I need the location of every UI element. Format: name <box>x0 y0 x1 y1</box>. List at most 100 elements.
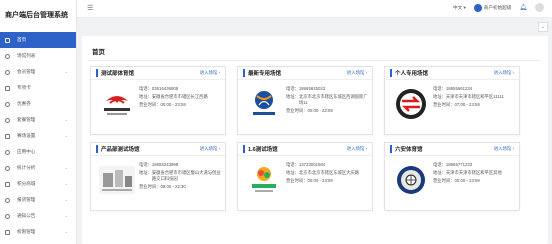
chevron-down-icon: ⌄ <box>64 197 68 202</box>
venue-phone: 03516436908 <box>151 86 179 91</box>
venue-info: 电话： 18655243999 地址： 安徽省合肥市市辖区蜀山大道与创业路交口科技园营… <box>139 162 221 190</box>
chevron-down-icon: ⌄ <box>64 165 68 170</box>
enter-venue-link[interactable]: 进入场馆 › <box>347 146 367 152</box>
venue-address: 北京市北京市辖区东城区西湖国际广场11 <box>298 93 368 105</box>
menu-fold-icon[interactable]: ☰ <box>87 4 93 12</box>
venue-card: 产品部测试场馆 进入场馆 › 电话： 18655243999 地址： 安徽省合肥市市辖区蜀… <box>90 142 226 211</box>
sidebar-item[interactable]: 报货管理 ⌄ <box>0 192 76 208</box>
chevron-down-icon: ⌄ <box>64 133 68 138</box>
top-bar: ☰ 中文 ▾ 商户初始超级 🔔︎ <box>77 0 552 18</box>
page-title: 首页 <box>92 49 105 56</box>
address-label: 地址： <box>433 93 446 99</box>
football-club-logo <box>391 163 431 197</box>
package-icon <box>5 117 10 123</box>
chevron-down-icon: ⌄ <box>64 117 68 122</box>
sidebar-menu: 首页场馆列表会员管理 ⌄ 专项卡优惠券套餐管理 ⌄ 赛场设置 ⌄ 应用中心统计分析 ⌄ 积分商城… <box>0 32 76 240</box>
sidebar-item-label: 优惠券 <box>17 101 31 106</box>
chevron-down-icon: ⌄ <box>64 229 68 234</box>
venue-info: 电话： 18655661234 地址： 天津市天津市辖区和平区11111 营业时间： 07… <box>433 86 515 108</box>
mall-icon <box>5 181 10 187</box>
enter-venue-link[interactable]: 进入场馆 › <box>347 70 367 76</box>
chevron-down-icon: ⌄ <box>64 69 68 74</box>
venue-name: 测试部体育馆 <box>96 69 134 77</box>
home-icon <box>5 37 10 43</box>
sidebar-item-label: 场馆列表 <box>17 53 36 58</box>
user-name[interactable]: 商户初始超级 <box>484 5 512 11</box>
sidebar-item[interactable]: 场馆列表 <box>0 48 76 64</box>
phone-label: 电话： <box>433 162 446 167</box>
enter-venue-link[interactable]: 进入场馆 › <box>494 146 514 152</box>
sidebar-item[interactable]: 统计分析 ⌄ <box>0 160 76 176</box>
card-header: 六安体育馆 进入场馆 › <box>385 143 519 156</box>
member-icon <box>5 69 10 75</box>
sidebar-item-label: 统计分析 <box>17 165 36 170</box>
sidebar-item[interactable]: 通知公告 ⌄ <box>0 208 76 224</box>
sidebar-item[interactable]: 权限管理 ⌄ <box>0 224 76 240</box>
sidebar-item[interactable]: 套餐管理 ⌄ <box>0 112 76 128</box>
venue-name: 产品部测试场馆 <box>96 145 140 153</box>
phone-label: 电话： <box>286 162 299 167</box>
venue-card: 个人专用场馆 进入场馆 › 电话： 18655661234 地址： 天津市天津市辖区和平区… <box>384 66 520 135</box>
enter-venue-link[interactable]: 进入场馆 › <box>494 70 514 76</box>
sidebar-item-label: 积分商城 <box>17 181 36 186</box>
notice-icon <box>5 213 10 219</box>
topbar-right: 中文 ▾ 商户初始超级 🔔︎ <box>453 3 546 12</box>
goods-icon <box>5 197 10 203</box>
sidebar-item[interactable]: 首页 <box>0 32 76 48</box>
chevron-down-icon: ⌄ <box>64 213 68 218</box>
sidebar-item-label: 报货管理 <box>17 197 36 202</box>
sidebar-item[interactable]: 积分商城 ⌄ <box>0 176 76 192</box>
sidebar-item-label: 权限管理 <box>17 229 36 234</box>
venue-address: 天津市天津市辖区和平区其他 <box>445 169 502 175</box>
card-header: 个人专用场馆 进入场馆 › <box>385 67 519 80</box>
language-switch[interactable]: 中文 ▾ <box>453 5 466 11</box>
hours-label: 营业时间： <box>286 107 308 113</box>
sketch-building-logo <box>97 163 137 197</box>
address-label: 地址： <box>139 169 152 175</box>
venue-hours: 00:00 - 23:59 <box>160 101 186 107</box>
venue-address: 安徽省合肥市市辖区蜀山大道与创业路交口科技园 <box>151 169 221 181</box>
sidebar-item[interactable]: 赛场设置 ⌄ <box>0 128 76 144</box>
sidebar-item[interactable]: 优惠券 <box>0 96 76 112</box>
phone-label: 电话： <box>433 86 446 91</box>
venue-address: 北京市北京市辖区东城区大庆路 <box>298 169 360 175</box>
venue-name: 1.6测试场馆 <box>243 145 278 153</box>
sidebar-item-label: 应用中心 <box>17 149 36 154</box>
phone-label: 电话： <box>139 162 152 167</box>
enter-venue-link[interactable]: 进入场馆 › <box>200 146 220 152</box>
venue-card: 六安体育馆 进入场馆 › 电话： 18665771233 地址： 天津市天津市辖区和平区其… <box>384 142 520 211</box>
sidebar-item[interactable]: 应用中心 <box>0 144 76 160</box>
venue-card: 1.6测试场馆 进入场馆 › 电话： 13733001684 地址： 北京市北京市辖区东城… <box>237 142 373 211</box>
coupon-icon <box>5 101 10 107</box>
venue-phone: 18665771233 <box>445 162 473 167</box>
chevron-down-icon[interactable]: ⌄ <box>538 22 548 32</box>
sidebar-item-label: 赛场设置 <box>17 133 36 138</box>
card-header: 最新专用场馆 进入场馆 › <box>238 67 372 80</box>
sidebar: 商户端后台管理系统 首页 场馆列表 会员管理 ⌄ 专项卡 优惠券 套餐管理 ⌄ 赛场设置 ⌄ 应用中… <box>0 0 77 244</box>
card-header: 1.6测试场馆 进入场馆 › <box>238 143 372 156</box>
venue-phone: 18655661234 <box>445 86 473 91</box>
sidebar-item-label: 会员管理 <box>17 69 36 74</box>
venue-info: 电话： 03516436908 地址： 安徽省合肥市市辖区长江西路 营业时间： 00:00… <box>139 86 221 108</box>
address-label: 地址： <box>286 169 299 175</box>
sidebar-item-label: 通知公告 <box>17 213 36 218</box>
venue-info: 电话： 13733001684 地址： 北京市北京市辖区东城区大庆路 营业时间： 00:0… <box>286 162 368 184</box>
venue-hours: 00:00 - 23:59 <box>454 177 480 183</box>
enter-venue-link[interactable]: 进入场馆 › <box>200 70 220 76</box>
hours-label: 营业时间： <box>139 101 161 107</box>
sidebar-item[interactable]: 专项卡 <box>0 80 76 96</box>
asian-games-logo <box>244 163 284 197</box>
stats-icon <box>5 165 10 171</box>
venue-info: 电话： 18665771233 地址： 天津市天津市辖区和平区其他 营业时间： 00:00… <box>433 162 515 184</box>
lock-icon <box>5 229 10 235</box>
sidebar-item[interactable]: 会员管理 ⌄ <box>0 64 76 80</box>
avatar[interactable] <box>535 3 544 12</box>
china-team-logo <box>97 87 137 121</box>
bell-icon[interactable]: 🔔︎ <box>519 4 527 11</box>
venue-hours: 00:00 - 22:59 <box>307 107 333 113</box>
divider <box>88 60 542 61</box>
venue-address: 安徽省合肥市市辖区长江西路 <box>151 93 208 99</box>
venue-phone: 13733001684 <box>298 162 326 167</box>
red-arrows-logo <box>391 87 431 121</box>
eurocup-logo <box>244 87 284 121</box>
